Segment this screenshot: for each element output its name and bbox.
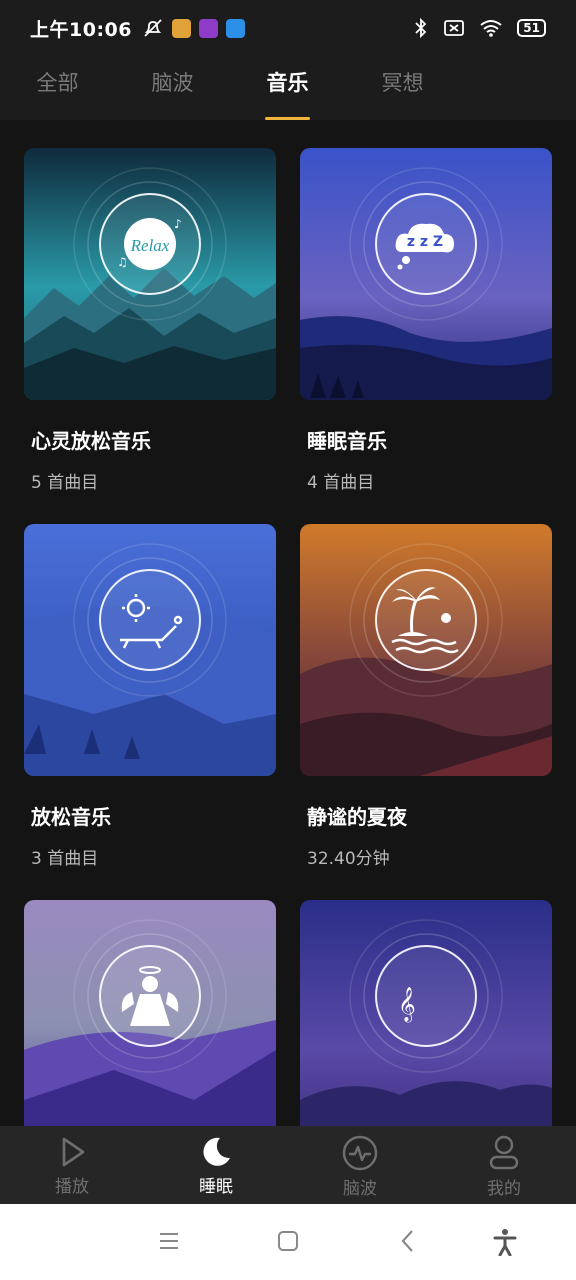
nav-play-label: 播放 bbox=[55, 1177, 89, 1197]
card-thumbnail bbox=[24, 900, 276, 1126]
mute-notification-icon bbox=[144, 19, 162, 37]
battery-indicator: 51 bbox=[517, 19, 546, 37]
status-left-icons bbox=[142, 17, 245, 39]
status-bar: 上午10:06 51 bbox=[0, 0, 576, 56]
app-notification-icon bbox=[171, 18, 191, 38]
music-card-relax[interactable]: Relax ♪ ♫ 心灵放松音乐 5 首曲目 bbox=[24, 148, 276, 493]
music-card-sleep[interactable]: z z Z 睡眠音乐 4 首曲目 bbox=[300, 148, 552, 493]
nav-profile-label: 我的 bbox=[487, 1179, 521, 1199]
status-time: 上午10:06 bbox=[30, 18, 132, 41]
wifi-icon bbox=[480, 20, 502, 37]
svg-text:♪: ♪ bbox=[174, 217, 182, 231]
card-thumbnail bbox=[300, 524, 552, 776]
bottom-navigation: 播放 睡眠 脑波 我的 bbox=[0, 1126, 576, 1204]
card-thumbnail: Relax ♪ ♫ bbox=[24, 148, 276, 400]
accessibility-icon[interactable] bbox=[492, 1228, 518, 1256]
nav-sleep[interactable]: 睡眠 bbox=[144, 1126, 288, 1204]
tab-meditation[interactable]: 冥想 bbox=[345, 56, 460, 120]
tab-music[interactable]: 音乐 bbox=[230, 56, 345, 120]
nav-sleep-label: 睡眠 bbox=[199, 1177, 233, 1197]
card-track-count: 5 首曲目 bbox=[31, 473, 99, 493]
nav-profile[interactable]: 我的 bbox=[432, 1126, 576, 1204]
music-card-summer-night[interactable]: 静谧的夏夜 32.40分钟 bbox=[300, 524, 552, 869]
svg-text:z z Z: z z Z bbox=[407, 234, 443, 250]
status-right-icons: 51 bbox=[413, 17, 546, 39]
card-title: 睡眠音乐 bbox=[307, 429, 387, 453]
card-duration: 32.40分钟 bbox=[307, 849, 390, 869]
nav-play[interactable]: 播放 bbox=[0, 1126, 144, 1204]
svg-text:𝄞: 𝄞 bbox=[398, 987, 416, 1023]
sim-off-icon bbox=[444, 20, 465, 36]
music-grid: Relax ♪ ♫ 心灵放松音乐 5 首曲目 z z Z 睡眠音乐 4 首曲目 … bbox=[0, 120, 576, 1126]
bluetooth-icon bbox=[415, 17, 427, 39]
card-thumbnail: z z Z bbox=[300, 148, 552, 400]
card-title: 放松音乐 bbox=[31, 805, 111, 829]
svg-text:♫: ♫ bbox=[117, 255, 128, 269]
menu-icon[interactable] bbox=[158, 1228, 180, 1254]
tab-brainwave[interactable]: 脑波 bbox=[115, 56, 230, 120]
back-icon[interactable] bbox=[398, 1228, 418, 1254]
tab-all[interactable]: 全部 bbox=[0, 56, 115, 120]
category-tabs: 全部 脑波 音乐 冥想 bbox=[0, 56, 576, 120]
music-card-moon[interactable]: 𝄞 bbox=[300, 900, 552, 1126]
card-thumbnail bbox=[24, 524, 276, 776]
app-notification-icon bbox=[198, 18, 218, 38]
card-thumbnail: 𝄞 bbox=[300, 900, 552, 1126]
card-track-count: 3 首曲目 bbox=[31, 849, 99, 869]
app-notification-icon bbox=[225, 18, 245, 38]
pulse-icon bbox=[342, 1135, 378, 1171]
music-card-angel[interactable] bbox=[24, 900, 276, 1126]
music-card-relaxing[interactable]: 放松音乐 3 首曲目 bbox=[24, 524, 276, 869]
nav-brainwave[interactable]: 脑波 bbox=[288, 1126, 432, 1204]
card-title: 心灵放松音乐 bbox=[31, 429, 151, 453]
svg-text:Relax: Relax bbox=[130, 236, 170, 255]
play-icon bbox=[62, 1137, 85, 1167]
moon-icon bbox=[203, 1137, 230, 1166]
system-navigation-bar bbox=[0, 1204, 576, 1280]
card-track-count: 4 首曲目 bbox=[307, 473, 375, 493]
person-icon bbox=[489, 1135, 519, 1170]
nav-brainwave-label: 脑波 bbox=[343, 1179, 377, 1199]
card-title: 静谧的夏夜 bbox=[307, 805, 407, 829]
home-icon[interactable] bbox=[276, 1228, 300, 1254]
